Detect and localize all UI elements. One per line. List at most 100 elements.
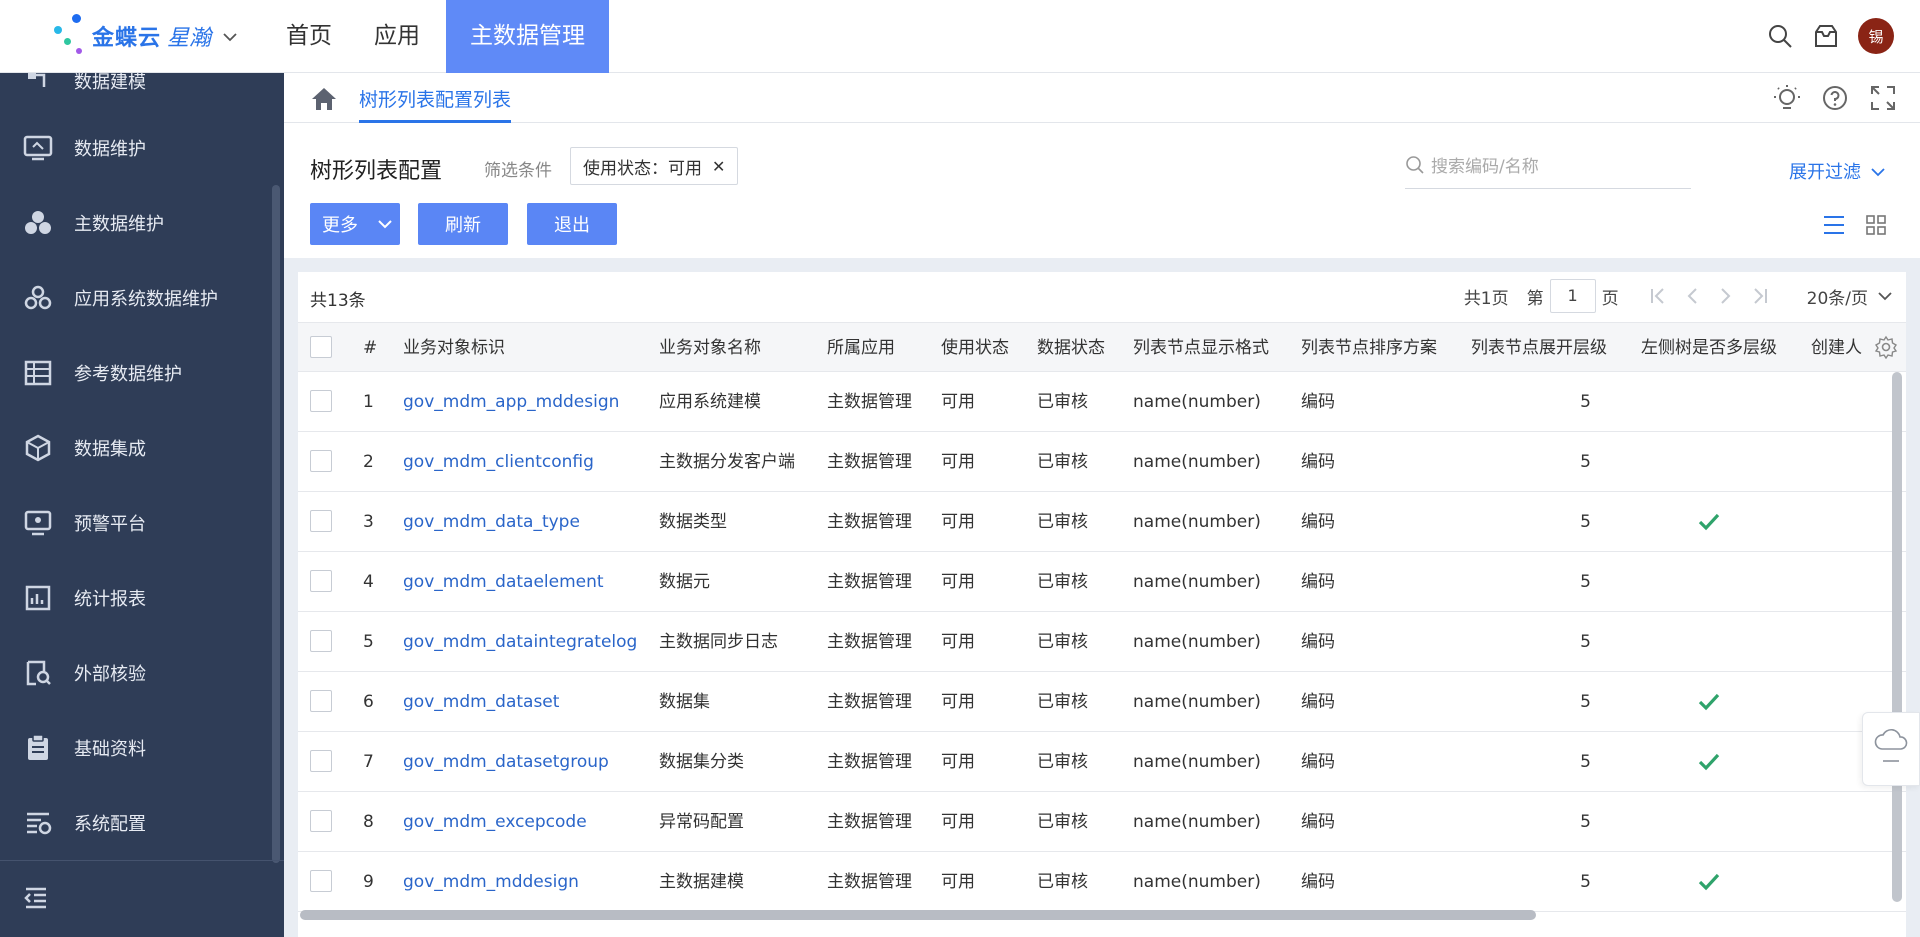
- gear-icon[interactable]: [1874, 335, 1898, 363]
- row-checkbox[interactable]: [310, 690, 332, 712]
- cell-display-format: name(number): [1133, 512, 1261, 532]
- cell-object-id[interactable]: gov_mdm_datasetgroup: [403, 732, 609, 792]
- cell-object-name: 应用系统建模: [659, 392, 761, 412]
- cell-object-id[interactable]: gov_mdm_app_mddesign: [403, 372, 619, 432]
- row-checkbox[interactable]: [310, 750, 332, 772]
- sidebar-scrollbar[interactable]: [272, 185, 280, 863]
- col-header-use-status[interactable]: 使用状态: [941, 323, 1009, 373]
- sidebar-item-system-config[interactable]: 系统配置: [0, 793, 270, 853]
- table-vertical-scrollbar[interactable]: [1892, 372, 1902, 902]
- nav-apps[interactable]: 应用: [358, 0, 436, 73]
- cell-object-id[interactable]: gov_mdm_dataelement: [403, 552, 604, 612]
- close-icon[interactable]: ✕: [712, 157, 725, 176]
- search-icon[interactable]: [1760, 16, 1800, 56]
- row-checkbox[interactable]: [310, 870, 332, 892]
- cell-app: 主数据管理: [827, 632, 912, 652]
- brand-name: 金蝶云: [92, 26, 162, 51]
- col-header-multi-level[interactable]: 左侧树是否多层级: [1641, 323, 1777, 373]
- help-icon[interactable]: [1820, 83, 1850, 113]
- pagination: 共1页 第 1 页 20条/页: [1464, 279, 1892, 313]
- col-header-object-id[interactable]: 业务对象标识: [403, 323, 505, 373]
- cell-object-id[interactable]: gov_mdm_data_type: [403, 492, 580, 552]
- row-checkbox[interactable]: [310, 630, 332, 652]
- sidebar-item-reference-data[interactable]: 参考数据维护: [0, 343, 270, 403]
- cell-data-status: 已审核: [1037, 872, 1088, 892]
- table-horizontal-scrollbar[interactable]: [300, 910, 1536, 920]
- col-header-creator[interactable]: 创建人: [1811, 323, 1863, 373]
- row-checkbox[interactable]: [310, 510, 332, 532]
- prev-page-icon[interactable]: [1675, 279, 1709, 313]
- chevron-down-icon: [1878, 286, 1892, 306]
- cell-object-id[interactable]: gov_mdm_excepcode: [403, 792, 587, 852]
- last-page-icon[interactable]: [1743, 279, 1777, 313]
- cell-use-status: 可用: [941, 512, 975, 532]
- avatar[interactable]: 锡: [1858, 18, 1894, 54]
- col-header-display-format[interactable]: 列表节点显示格式: [1133, 323, 1269, 373]
- sidebar-item-app-data[interactable]: 应用系统数据维护: [0, 268, 270, 328]
- row-checkbox[interactable]: [310, 570, 332, 592]
- cell-display-format: name(number): [1133, 872, 1261, 892]
- sidebar-item-verify[interactable]: 外部核验: [0, 643, 270, 703]
- more-button[interactable]: 更多: [310, 203, 400, 245]
- table-row[interactable]: 3 gov_mdm_data_type 数据类型 主数据管理 可用 已审核 name(num…: [298, 492, 1906, 552]
- cell-object-id[interactable]: gov_mdm_mddesign: [403, 852, 579, 912]
- exit-button[interactable]: 退出: [527, 203, 617, 245]
- cell-object-id[interactable]: gov_mdm_dataintegratelog: [403, 612, 637, 672]
- sidebar-item-master-data[interactable]: 主数据维护: [0, 193, 270, 253]
- table-row[interactable]: 1 gov_mdm_app_mddesign 应用系统建模 主数据管理 可用 已审核 nam…: [298, 372, 1906, 432]
- col-header-expand-level[interactable]: 列表节点展开层级: [1471, 323, 1607, 373]
- col-header-app[interactable]: 所属应用: [827, 323, 895, 373]
- message-icon[interactable]: [1806, 16, 1846, 56]
- select-all-checkbox[interactable]: [310, 336, 332, 358]
- first-page-icon[interactable]: [1641, 279, 1675, 313]
- table-row[interactable]: 4 gov_mdm_dataelement 数据元 主数据管理 可用 已审核 name(nu…: [298, 552, 1906, 612]
- sidebar-item-integration[interactable]: 数据集成: [0, 418, 270, 478]
- sidebar-item-data-maintenance[interactable]: 数据维护: [0, 118, 270, 178]
- sidebar-item-basic-data[interactable]: 基础资料: [0, 718, 270, 778]
- row-checkbox[interactable]: [310, 450, 332, 472]
- cell-expand-level: 5: [1580, 632, 1591, 652]
- list-view-icon[interactable]: [1820, 211, 1848, 239]
- refresh-button[interactable]: 刷新: [418, 203, 508, 245]
- search-input[interactable]: [1431, 156, 1671, 177]
- next-page-icon[interactable]: [1709, 279, 1743, 313]
- cell-index: 8: [363, 812, 374, 832]
- sidebar-item-alert[interactable]: 预警平台: [0, 493, 270, 553]
- col-header-data-status[interactable]: 数据状态: [1037, 323, 1105, 373]
- home-icon[interactable]: [310, 86, 338, 116]
- page-suffix: 页: [1601, 288, 1619, 309]
- table-row[interactable]: 9 gov_mdm_mddesign 主数据建模 主数据管理 可用 已审核 name(num…: [298, 852, 1906, 912]
- filter-chip[interactable]: 使用状态：可用 ✕: [570, 147, 739, 185]
- expand-filter-button[interactable]: 展开过滤: [1789, 158, 1885, 184]
- collapse-menu-icon[interactable]: [22, 885, 50, 915]
- page-size-select[interactable]: 20条/页: [1807, 284, 1892, 309]
- table-row[interactable]: 7 gov_mdm_datasetgroup 数据集分类 主数据管理 可用 已审核 name…: [298, 732, 1906, 792]
- sidebar-item-reports[interactable]: 统计报表: [0, 568, 270, 628]
- chevron-down-icon[interactable]: [223, 27, 237, 46]
- nav-home[interactable]: 首页: [270, 0, 348, 73]
- cell-sort-scheme: 编码: [1301, 392, 1335, 412]
- nav-mdm[interactable]: 主数据管理: [446, 0, 609, 73]
- cell-object-id[interactable]: gov_mdm_clientconfig: [403, 432, 594, 492]
- sidebar-item-label: 应用系统数据维护: [74, 289, 218, 310]
- col-header-object-name[interactable]: 业务对象名称: [659, 323, 761, 373]
- table-row[interactable]: 5 gov_mdm_dataintegratelog 主数据同步日志 主数据管理 可用 已…: [298, 612, 1906, 672]
- fullscreen-icon[interactable]: [1868, 83, 1898, 113]
- lightbulb-icon[interactable]: [1772, 83, 1802, 113]
- table-row[interactable]: 2 gov_mdm_clientconfig 主数据分发客户端 主数据管理 可用 已审核 n…: [298, 432, 1906, 492]
- cell-object-name: 主数据同步日志: [659, 632, 778, 652]
- sidebar-item-modeling[interactable]: 数据建模: [0, 73, 270, 111]
- brand-logo[interactable]: 金蝶云 星瀚: [50, 12, 237, 60]
- col-header-sort-scheme[interactable]: 列表节点排序方案: [1301, 323, 1437, 373]
- tab-tree-list-config[interactable]: 树形列表配置列表: [359, 85, 512, 123]
- page-input[interactable]: 1: [1549, 279, 1596, 313]
- cell-object-id[interactable]: gov_mdm_dataset: [403, 672, 559, 732]
- cloud-widget[interactable]: [1862, 712, 1920, 786]
- cell-app: 主数据管理: [827, 512, 912, 532]
- cell-expand-level: 5: [1580, 452, 1591, 472]
- grid-view-icon[interactable]: [1862, 211, 1890, 239]
- row-checkbox[interactable]: [310, 810, 332, 832]
- row-checkbox[interactable]: [310, 390, 332, 412]
- table-row[interactable]: 8 gov_mdm_excepcode 异常码配置 主数据管理 可用 已审核 name(nu…: [298, 792, 1906, 852]
- table-row[interactable]: 6 gov_mdm_dataset 数据集 主数据管理 可用 已审核 name(number…: [298, 672, 1906, 732]
